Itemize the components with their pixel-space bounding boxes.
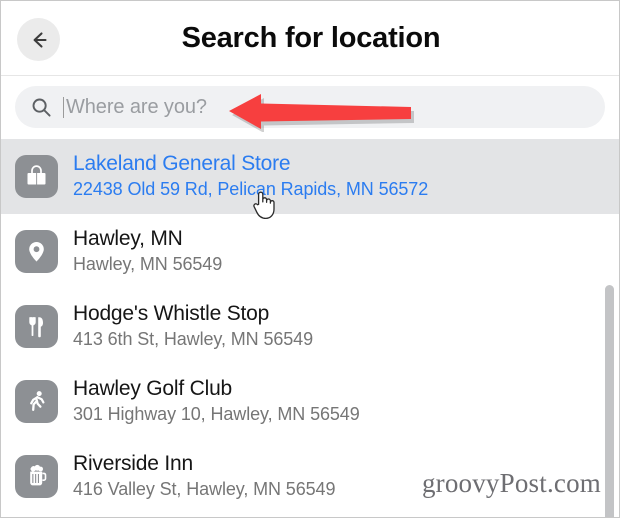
results-list: Lakeland General Store 22438 Old 59 Rd, … [1,139,619,517]
running-person-icon [15,380,58,423]
results-scrollbar-thumb[interactable] [605,285,614,517]
text-caret [63,96,64,118]
search-location-panel: Search for location Where are you? Lakel… [0,0,620,518]
list-item[interactable]: Riverside Inn 416 Valley St, Hawley, MN … [1,439,619,514]
page-title: Search for location [181,22,441,54]
list-item-text: Hodge's Whistle Stop 413 6th St, Hawley,… [73,301,313,352]
list-item-name: Lakeland General Store [73,152,291,175]
list-item-text: Hawley, MN Hawley, MN 56549 [73,226,222,277]
search-placeholder: Where are you? [66,95,207,118]
list-item-text: Lakeland General Store 22438 Old 59 Rd, … [73,151,428,202]
list-item-text: Riverside Inn 416 Valley St, Hawley, MN … [73,451,335,502]
search-input[interactable]: Where are you? [15,86,605,128]
list-item-name: Hawley Golf Club [73,377,233,400]
fork-knife-icon [15,305,58,348]
list-item-address: 413 6th St, Hawley, MN 56549 [73,329,313,349]
search-icon [31,97,52,118]
list-item-address: 301 Highway 10, Hawley, MN 56549 [73,404,360,424]
map-pin-icon [15,230,58,273]
list-item-name: Riverside Inn [73,452,193,475]
list-item-address: 416 Valley St, Hawley, MN 56549 [73,479,336,499]
header-bar: Search for location [1,1,619,76]
list-item[interactable]: Hawley, MN Hawley, MN 56549 [1,214,619,289]
search-section: Where are you? [1,76,619,139]
shopping-bag-icon [15,155,58,198]
list-item[interactable]: Hawley Golf Club 301 Highway 10, Hawley,… [1,364,619,439]
beer-mug-icon [15,455,58,498]
list-item-text: Hawley Golf Club 301 Highway 10, Hawley,… [73,376,360,427]
list-item-address: Hawley, MN 56549 [73,254,223,274]
results-scrollbar-track[interactable] [605,141,617,517]
list-item-name: Hawley, MN [73,227,183,250]
list-item[interactable]: Hodge's Whistle Stop 413 6th St, Hawley,… [1,289,619,364]
list-item-name: Hodge's Whistle Stop [73,302,270,325]
list-item[interactable]: Lakeland General Store 22438 Old 59 Rd, … [1,139,619,214]
list-item-address: 22438 Old 59 Rd, Pelican Rapids, MN 5657… [73,179,429,199]
